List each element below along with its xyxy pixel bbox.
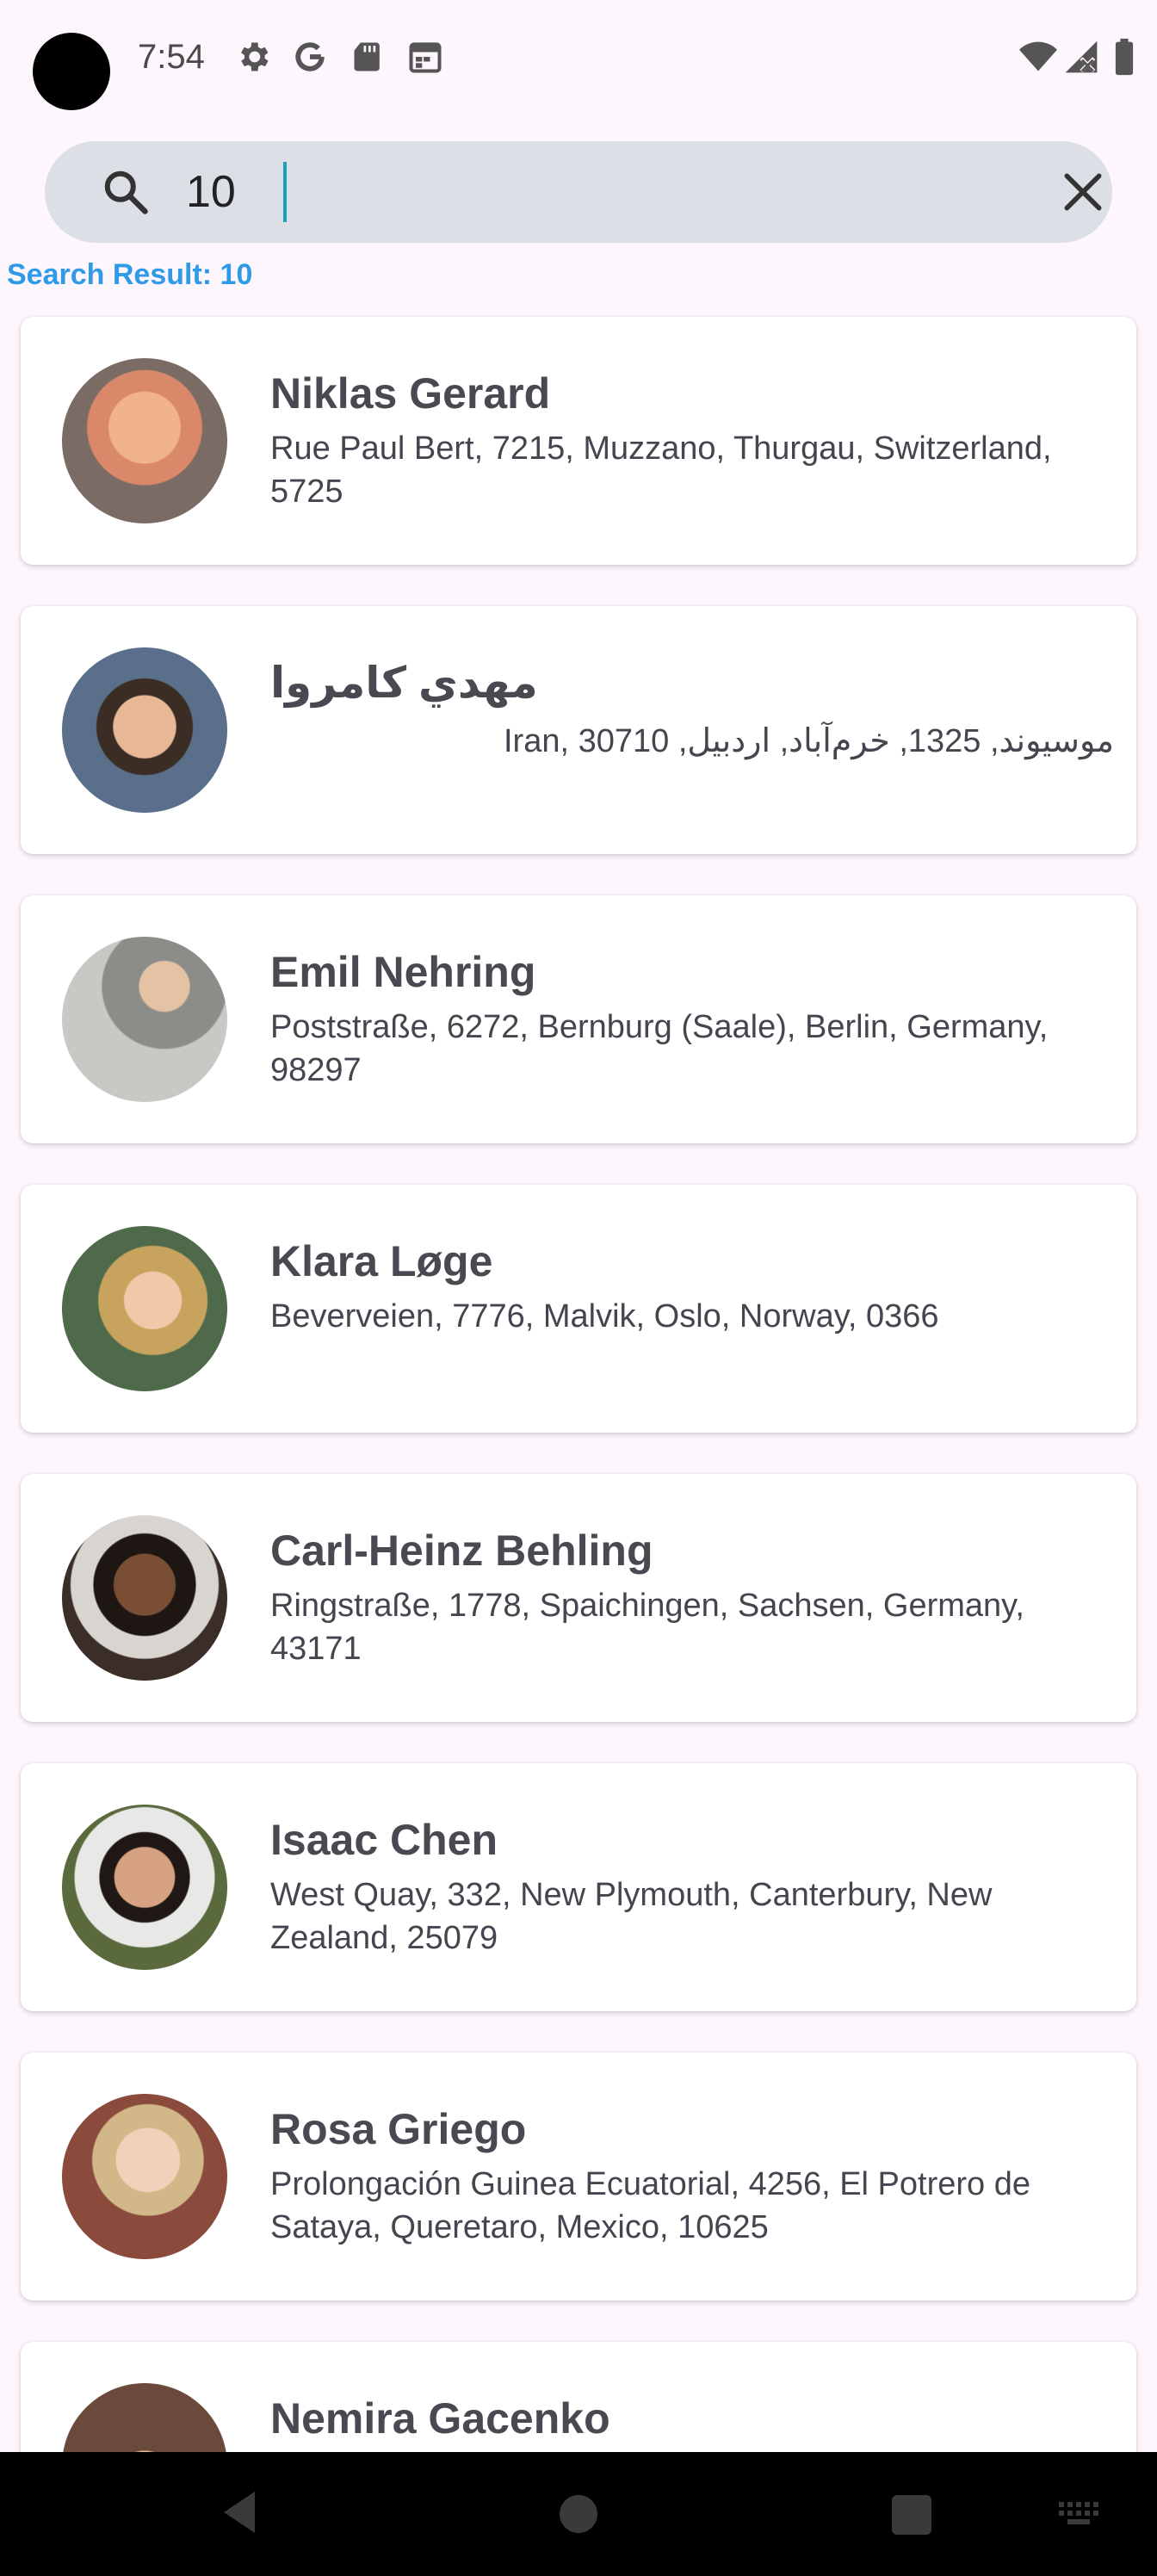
contact-card[interactable]: Isaac Chen West Quay, 332, New Plymouth,… xyxy=(21,1763,1136,2011)
search-input[interactable] xyxy=(186,158,961,226)
status-time: 7:54 xyxy=(138,38,205,76)
search-result-label: Search Result: xyxy=(7,258,213,291)
system-nav-bar xyxy=(0,2452,1157,2576)
sd-card-icon xyxy=(354,42,380,71)
search-icon[interactable] xyxy=(100,166,152,218)
contact-card[interactable]: Klara Løge Beverveien, 7776, Malvik, Osl… xyxy=(21,1185,1136,1433)
contact-address: Beverveien, 7776, Malvik, Oslo, Norway, … xyxy=(270,1298,939,1334)
app-screen: 7:54 10 Search Result: 10 Niklas Gerard … xyxy=(0,0,1157,2576)
search-result-count: Search Result: 10 xyxy=(7,258,252,292)
contact-card[interactable]: Emil Nehring Poststraße, 6272, Bernburg … xyxy=(21,895,1136,1143)
contact-card[interactable]: Niklas Gerard Rue Paul Bert, 7215, Muzza… xyxy=(21,317,1136,565)
contact-name: Nemira Gacenko xyxy=(270,2394,610,2443)
battery-icon xyxy=(1115,38,1134,76)
contact-address: موسیوند, 1325, خرم‌آباد, اردبیل, Iran, 3… xyxy=(504,723,1114,759)
contact-name: Emil Nehring xyxy=(270,948,536,996)
close-icon[interactable] xyxy=(1059,168,1107,216)
avatar xyxy=(62,1226,227,1391)
status-bar: 7:54 xyxy=(0,0,1157,121)
contact-address: Prolongación Guinea Ecuatorial, 4256, El… xyxy=(270,2166,1030,2245)
contact-address: Poststraße, 6272, Bernburg (Saale), Berl… xyxy=(270,1009,1049,1088)
wifi-icon xyxy=(1019,41,1057,71)
recents-icon[interactable] xyxy=(892,2495,931,2535)
contact-address: Ringstraße, 1778, Spaichingen, Sachsen, … xyxy=(270,1588,1024,1667)
avatar xyxy=(62,2094,227,2259)
contact-name: Niklas Gerard xyxy=(270,369,551,418)
home-icon[interactable] xyxy=(560,2495,597,2533)
avatar xyxy=(62,1805,227,1970)
settings-icon xyxy=(241,42,269,71)
contact-card[interactable]: Rosa Griego Prolongación Guinea Ecuatori… xyxy=(21,2053,1136,2300)
contact-address: Rue Paul Bert, 7215, Muzzano, Thurgau, S… xyxy=(270,430,1052,510)
contact-name: Klara Løge xyxy=(270,1237,493,1285)
text-caret xyxy=(283,162,287,222)
contact-name: Isaac Chen xyxy=(270,1816,498,1864)
camera-cutout xyxy=(33,33,110,110)
avatar xyxy=(62,358,227,523)
back-icon[interactable] xyxy=(220,2488,258,2536)
google-icon xyxy=(295,42,325,71)
avatar xyxy=(62,937,227,1102)
signal-off-icon xyxy=(1065,40,1098,73)
contact-card[interactable]: مهدي كامروا موسیوند, 1325, خرم‌آباد, ارد… xyxy=(21,606,1136,854)
avatar xyxy=(62,1515,227,1681)
keyboard-icon[interactable] xyxy=(1059,2502,1104,2528)
contact-name: مهدي كامروا xyxy=(270,659,538,707)
contact-card[interactable]: Carl-Heinz Behling Ringstraße, 1778, Spa… xyxy=(21,1474,1136,1722)
contact-name: Rosa Griego xyxy=(270,2105,527,2153)
search-bar[interactable] xyxy=(45,141,1112,243)
contact-address: West Quay, 332, New Plymouth, Canterbury… xyxy=(270,1877,993,1956)
avatar xyxy=(62,647,227,813)
search-result-value: 10 xyxy=(220,258,253,291)
calendar-icon xyxy=(409,42,442,73)
contact-name: Carl-Heinz Behling xyxy=(270,1526,653,1575)
